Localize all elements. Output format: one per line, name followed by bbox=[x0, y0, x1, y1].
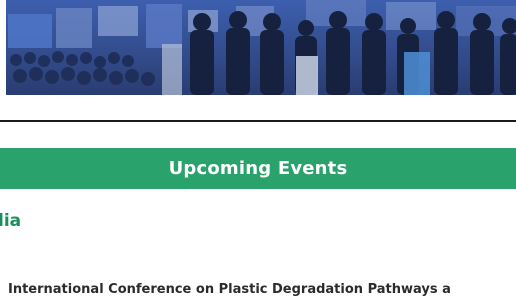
section-divider bbox=[0, 120, 516, 122]
upcoming-events-title: Upcoming Events bbox=[168, 158, 348, 179]
event-title-link[interactable]: International Conference on Plastic Degr… bbox=[8, 282, 451, 297]
conference-crowd-photo bbox=[6, 0, 516, 95]
upcoming-events-banner: Upcoming Events bbox=[0, 148, 516, 189]
region-heading: lia bbox=[0, 211, 22, 231]
hero-image bbox=[6, 0, 516, 95]
page: Upcoming Events lia International Confer… bbox=[0, 0, 516, 303]
